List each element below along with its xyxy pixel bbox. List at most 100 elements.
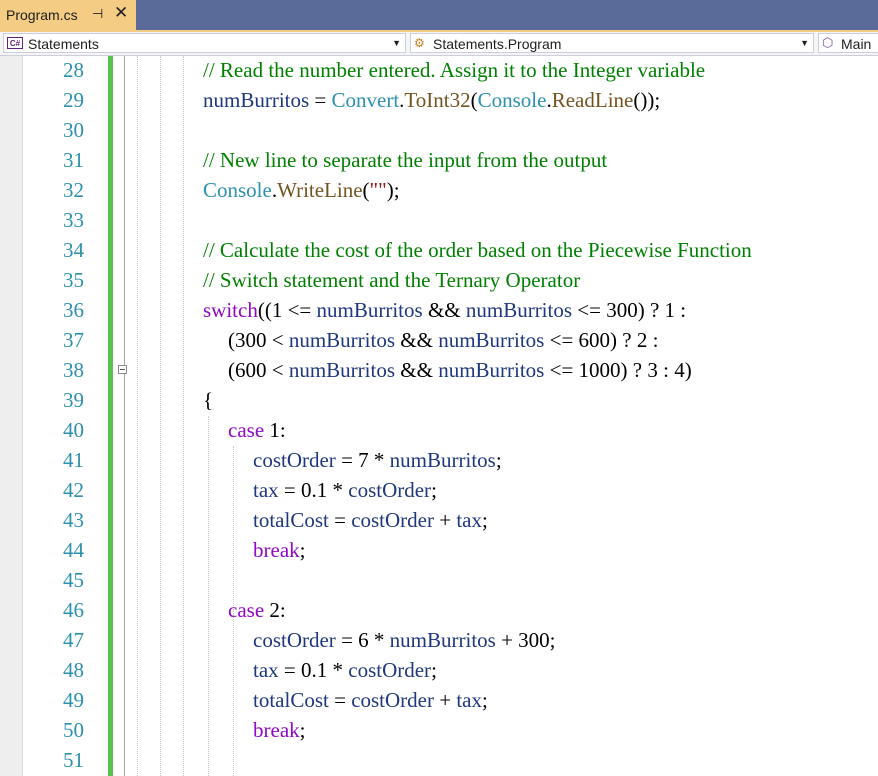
code-token: tax xyxy=(456,688,482,712)
code-token: = 7 * xyxy=(335,448,390,472)
code-text: switch((1 <= numBurritos && numBurritos … xyxy=(203,298,686,323)
code-token: + xyxy=(434,688,457,712)
line-number: 41 xyxy=(63,448,84,472)
code-token: numBurritos xyxy=(438,328,545,352)
code-token: Convert xyxy=(331,88,400,112)
code-text: (300 < numBurritos && numBurritos <= 600… xyxy=(228,328,658,353)
code-line[interactable]: 45 xyxy=(0,566,878,596)
code-token: numBurritos xyxy=(288,328,396,352)
line-number: 43 xyxy=(63,508,84,532)
code-line[interactable]: 29 numBurritos = Convert.ToInt32(Console.… xyxy=(0,86,878,116)
code-token: <= 300) ? 1 : xyxy=(572,298,687,322)
pin-icon[interactable]: ⊣ xyxy=(92,6,103,22)
code-token: // New line to separate the input from t… xyxy=(203,148,608,172)
code-token: costOrder xyxy=(348,478,432,502)
code-token: { xyxy=(203,388,214,412)
code-line[interactable]: 38 (600 < numBurritos && numBurritos <= 1… xyxy=(0,356,878,386)
code-token: WriteLine xyxy=(277,178,363,202)
code-line[interactable]: 31 // New line to separate the input from… xyxy=(0,146,878,176)
code-line[interactable]: 47 costOrder = 6 * numBurritos + 300; xyxy=(0,626,878,656)
code-token: costOrder xyxy=(253,628,336,652)
code-line[interactable]: 48 tax = 0.1 * costOrder; xyxy=(0,656,878,686)
code-text: // Read the number entered. Assign it to… xyxy=(203,58,705,83)
code-token: break xyxy=(253,718,300,742)
code-text: case 1: xyxy=(228,418,286,443)
tab-title: Program.cs xyxy=(6,7,78,23)
code-line[interactable]: 50 break; xyxy=(0,716,878,746)
code-token: ; xyxy=(299,538,306,562)
code-token: switch xyxy=(203,298,258,322)
navigation-bar: C# Statements ▼ ⚙ Statements.Program ▼ ⬡… xyxy=(0,32,878,56)
code-token: tax xyxy=(253,478,279,502)
code-line[interactable]: 35 // Switch statement and the Ternary Op… xyxy=(0,266,878,296)
code-token: costOrder xyxy=(351,508,434,532)
line-number: 35 xyxy=(63,268,84,292)
member-dropdown[interactable]: ⬡ Main xyxy=(818,33,878,53)
code-line[interactable]: 28 // Read the number entered. Assign it … xyxy=(0,56,878,86)
member-dropdown-label: Main xyxy=(841,36,872,52)
code-text: case 2: xyxy=(228,598,286,623)
code-token: ; xyxy=(299,718,306,742)
code-token: ); xyxy=(386,178,400,202)
code-line[interactable]: 51 xyxy=(0,746,878,776)
code-text: costOrder = 7 * numBurritos; xyxy=(253,448,502,473)
line-number: 34 xyxy=(63,238,84,262)
code-token: && xyxy=(422,298,466,322)
code-line[interactable]: 41 costOrder = 7 * numBurritos; xyxy=(0,446,878,476)
code-editor[interactable]: 28 // Read the number entered. Assign it … xyxy=(0,56,878,776)
code-token: ; xyxy=(431,478,437,502)
code-token: // Calculate the cost of the order based… xyxy=(203,238,752,262)
project-dropdown-label: Statements xyxy=(28,36,99,52)
code-token: ; xyxy=(482,688,488,712)
code-token: ; xyxy=(431,658,437,682)
code-token: // Switch statement and the Ternary Oper… xyxy=(203,268,581,292)
line-number: 33 xyxy=(63,208,84,232)
code-line[interactable]: 30 xyxy=(0,116,878,146)
line-number: 28 xyxy=(63,58,84,82)
code-line[interactable]: 33 xyxy=(0,206,878,236)
code-token: ((1 <= xyxy=(257,298,317,322)
line-number: 46 xyxy=(63,598,84,622)
class-icon: ⚙ xyxy=(414,36,425,50)
code-text: totalCost = costOrder + tax; xyxy=(253,508,488,533)
line-number: 31 xyxy=(63,148,84,172)
csharp-project-icon: C# xyxy=(7,37,23,49)
code-token: ()); xyxy=(633,88,661,112)
code-token: // Read the number entered. Assign it to… xyxy=(203,58,706,82)
code-line[interactable]: 46 case 2: xyxy=(0,596,878,626)
close-icon[interactable]: ✕ xyxy=(114,3,128,23)
code-token: numBurritos xyxy=(465,298,573,322)
line-number: 40 xyxy=(63,418,84,442)
tab-program-cs[interactable]: Program.cs ⊣ ✕ xyxy=(0,0,136,30)
code-line[interactable]: 32 Console.WriteLine(""); xyxy=(0,176,878,206)
chevron-down-icon: ▼ xyxy=(800,38,809,48)
code-line[interactable]: 43 totalCost = costOrder + tax; xyxy=(0,506,878,536)
code-token: totalCost xyxy=(253,688,329,712)
line-number: 48 xyxy=(63,658,84,682)
code-token: numBurritos xyxy=(389,628,496,652)
code-line[interactable]: 44 break; xyxy=(0,536,878,566)
line-number: 50 xyxy=(63,718,84,742)
code-line[interactable]: 49 totalCost = costOrder + tax; xyxy=(0,686,878,716)
code-token: = 0.1 * xyxy=(278,658,349,682)
code-line[interactable]: 34 // Calculate the cost of the order bas… xyxy=(0,236,878,266)
code-token: numBurritos xyxy=(316,298,423,322)
project-dropdown[interactable]: C# Statements ▼ xyxy=(3,33,406,53)
code-text: costOrder = 6 * numBurritos + 300; xyxy=(253,628,556,653)
code-token: ( xyxy=(362,178,370,202)
code-line[interactable]: 36 switch((1 <= numBurritos && numBurrito… xyxy=(0,296,878,326)
code-token: numBurritos xyxy=(203,88,310,112)
code-token: + 300; xyxy=(495,628,556,652)
code-token: totalCost xyxy=(253,508,329,532)
code-line[interactable]: 42 tax = 0.1 * costOrder; xyxy=(0,476,878,506)
code-line[interactable]: 37 (300 < numBurritos && numBurritos <= 6… xyxy=(0,326,878,356)
code-token: <= 1000) ? 3 : 4) xyxy=(544,358,692,382)
code-token: numBurritos xyxy=(389,448,496,472)
code-token: Console xyxy=(477,88,547,112)
code-token: 2: xyxy=(264,598,286,622)
code-line[interactable]: 40 case 1: xyxy=(0,416,878,446)
code-line[interactable]: 39 { xyxy=(0,386,878,416)
type-dropdown[interactable]: ⚙ Statements.Program ▼ xyxy=(410,33,814,53)
line-number: 47 xyxy=(63,628,84,652)
method-icon: ⬡ xyxy=(822,35,834,50)
